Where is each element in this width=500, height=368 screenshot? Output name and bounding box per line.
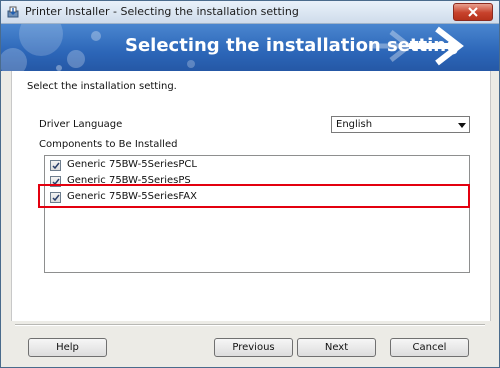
header-banner: Selecting the installation setting <box>1 24 499 71</box>
title-bar[interactable]: Printer Installer - Selecting the instal… <box>1 1 499 24</box>
cancel-button[interactable]: Cancel <box>390 338 469 357</box>
driver-language-select[interactable]: English <box>331 116 470 133</box>
close-button[interactable] <box>453 3 493 21</box>
window-title: Printer Installer - Selecting the instal… <box>25 5 299 18</box>
printer-installer-icon <box>7 6 19 18</box>
fax-highlight-box <box>38 184 470 208</box>
driver-language-label: Driver Language <box>39 119 123 130</box>
next-button[interactable]: Next <box>297 338 376 357</box>
previous-button[interactable]: Previous <box>214 338 293 357</box>
component-checkbox-pcl[interactable] <box>50 160 61 171</box>
chevron-down-icon <box>458 123 466 128</box>
close-icon <box>468 7 478 17</box>
installer-window: Printer Installer - Selecting the instal… <box>0 0 500 368</box>
driver-language-value: English <box>336 119 373 130</box>
arrow-right-icon <box>369 26 464 66</box>
instruction-text: Select the installation setting. <box>27 81 177 92</box>
component-label-pcl: Generic 75BW-5SeriesPCL <box>67 159 197 170</box>
component-item-pcl[interactable]: Generic 75BW-5SeriesPCL <box>50 158 350 174</box>
footer-divider <box>15 324 485 326</box>
checkmark-icon <box>52 162 60 170</box>
help-button[interactable]: Help <box>28 338 107 357</box>
components-list: Generic 75BW-5SeriesPCL Generic 75BW-5Se… <box>44 155 470 273</box>
components-label: Components to Be Installed <box>39 139 178 150</box>
